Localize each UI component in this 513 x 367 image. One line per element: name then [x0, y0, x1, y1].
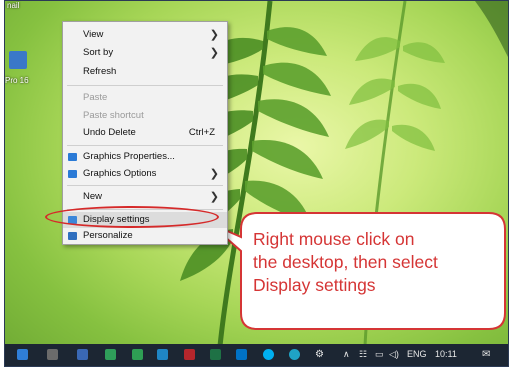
app-icon[interactable] — [77, 349, 88, 360]
network-icon[interactable]: ☷ — [359, 349, 367, 360]
menu-item-view[interactable]: View ❯ — [63, 27, 227, 43]
language-indicator[interactable]: ENG — [407, 349, 427, 359]
menu-item-graphics-options[interactable]: Graphics Options ❯ — [63, 166, 227, 182]
desktop-background[interactable]: nail Pro 16 View ❯ Sort by ❯ Refresh Pas… — [5, 1, 508, 366]
chevron-up-icon[interactable]: ∧ — [343, 349, 350, 360]
volume-icon[interactable]: ◁) — [389, 349, 399, 360]
menu-item-new[interactable]: New ❯ — [63, 189, 227, 205]
menu-item-paste-shortcut[interactable]: Paste shortcut — [63, 108, 227, 124]
menu-separator — [67, 145, 223, 146]
gear-icon[interactable]: ⚙ — [315, 349, 324, 360]
chevron-right-icon: ❯ — [209, 47, 219, 59]
notification-icon[interactable]: ✉ — [482, 349, 490, 360]
callout-line-2: the desktop, then select — [253, 252, 438, 272]
menu-item-graphics-properties[interactable]: Graphics Properties... — [63, 149, 227, 165]
skype-business-icon[interactable] — [157, 349, 168, 360]
menu-item-paste[interactable]: Paste — [63, 90, 227, 106]
menu-item-undo-delete[interactable]: Undo Delete Ctrl+Z — [63, 125, 227, 141]
menu-separator — [67, 185, 223, 186]
graphics-icon — [68, 170, 77, 178]
menu-item-personalize[interactable]: Personalize — [63, 228, 227, 244]
chevron-right-icon: ❯ — [209, 191, 219, 203]
access-icon[interactable] — [184, 349, 195, 360]
skype-icon[interactable] — [263, 349, 274, 360]
app-icon[interactable] — [47, 349, 58, 360]
battery-icon[interactable]: ▭ — [375, 349, 384, 360]
desktop-icon-label: Pro 16 — [5, 76, 29, 85]
personalize-icon — [68, 232, 77, 240]
app-icon[interactable] — [289, 349, 300, 360]
menu-item-refresh[interactable]: Refresh — [63, 64, 227, 80]
callout-line-1: Right mouse click on — [253, 229, 415, 249]
excel-icon[interactable] — [210, 349, 221, 360]
chevron-right-icon: ❯ — [209, 168, 219, 180]
outlook-icon[interactable] — [236, 349, 247, 360]
desktop-icon-label: nail — [7, 1, 20, 10]
taskbar: ⚙ ∧ ☷ ▭ ◁) ENG 10:11 ✉ — [5, 344, 508, 366]
app-icon[interactable] — [105, 349, 116, 360]
graphics-icon — [68, 153, 77, 161]
menu-item-sort-by[interactable]: Sort by ❯ — [63, 45, 227, 61]
chevron-right-icon: ❯ — [209, 29, 219, 41]
callout-text: Right mouse click on the desktop, then s… — [253, 228, 493, 297]
screenshot-frame: nail Pro 16 View ❯ Sort by ❯ Refresh Pas… — [4, 0, 509, 367]
word-icon[interactable] — [17, 349, 28, 360]
menu-separator — [67, 85, 223, 86]
excel-icon[interactable] — [132, 349, 143, 360]
app-shortcut-icon[interactable] — [9, 51, 27, 69]
highlight-ring — [45, 206, 219, 228]
clock[interactable]: 10:11 — [435, 349, 457, 359]
callout-line-3: Display settings — [253, 275, 376, 295]
